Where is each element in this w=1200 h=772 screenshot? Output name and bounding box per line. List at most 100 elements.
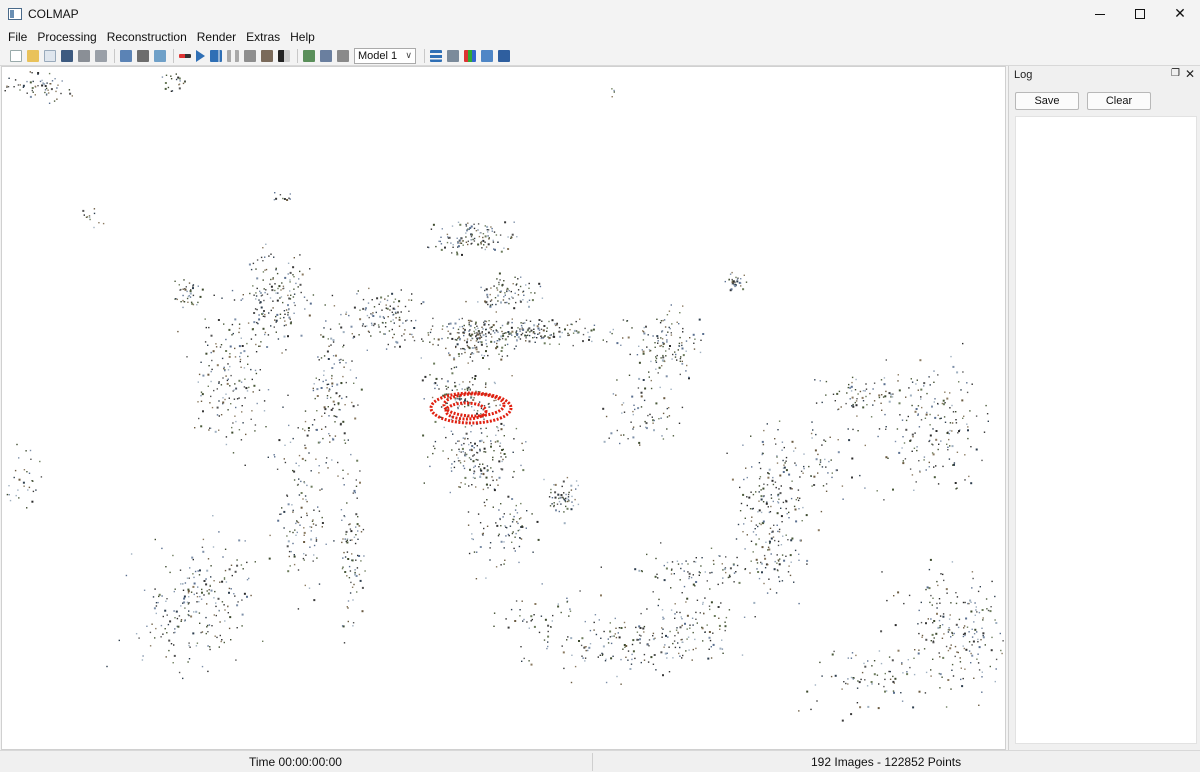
cloud-point [657,577,659,579]
float-dock-icon[interactable]: ❐ [1171,68,1180,79]
cloud-point [486,345,488,348]
cloud-point [471,334,473,336]
cloud-point [289,281,291,283]
start-reconstruction-icon[interactable] [196,49,205,62]
cloud-point [815,458,818,461]
save-log-button[interactable]: Save [1015,92,1079,110]
cloud-point [662,345,664,348]
close-button[interactable]: ✕ [1160,0,1200,28]
open-project-icon[interactable] [27,49,39,62]
log-text-area[interactable] [1015,116,1197,744]
bundle-adjustment-icon[interactable] [261,49,273,62]
cloud-point [507,236,509,238]
cloud-point [449,322,452,325]
cloud-point [495,234,498,236]
cloud-point [189,296,192,298]
dense-reconstruction-icon[interactable] [278,49,290,62]
feature-extraction-icon[interactable] [120,49,132,62]
cloud-point [511,296,513,298]
menu-processing[interactable]: Processing [32,28,101,46]
automatic-reconstruction-icon[interactable] [179,53,191,58]
menu-file[interactable]: File [3,28,32,46]
cloud-point [205,583,208,586]
menu-extras[interactable]: Extras [241,28,285,46]
cloud-point [856,687,859,689]
show-log-icon[interactable] [464,49,476,62]
cloud-point [566,500,569,503]
cloud-point [268,557,271,560]
cloud-point [224,369,226,372]
cloud-point [648,639,651,641]
cloud-point [766,501,768,503]
grab-image-icon[interactable] [337,49,349,62]
cloud-point [177,330,179,333]
cloud-point [873,673,876,676]
menu-help[interactable]: Help [285,28,320,46]
minimize-button[interactable] [1080,0,1120,28]
cloud-point [512,283,514,285]
new-project-icon[interactable] [10,49,22,62]
cloud-point [459,397,461,400]
cloud-point [287,262,290,264]
cloud-point [388,330,391,332]
cloud-point [23,469,26,471]
import-model-icon[interactable] [78,49,90,62]
database-management-icon[interactable] [154,49,166,62]
cloud-point [971,571,974,573]
reconstruction-stats-icon[interactable] [430,49,442,62]
grab-movie-icon[interactable] [481,49,493,62]
cloud-point [493,612,496,614]
cloud-point [471,533,473,535]
cloud-point [243,386,246,388]
export-model-icon[interactable] [95,49,107,62]
step-reconstruction-icon[interactable] [210,49,222,62]
cloud-point [196,601,198,603]
cloud-point [256,308,258,311]
cloud-point [750,560,752,562]
save-project-icon[interactable] [61,49,73,62]
cloud-point [234,415,236,417]
cloud-point [752,551,754,553]
cloud-point [464,328,466,331]
cloud-point [482,534,484,536]
model-select[interactable]: Model 1 ∨ [354,47,416,64]
pause-reconstruction-icon[interactable] [227,49,239,62]
menu-render[interactable]: Render [192,28,241,46]
reset-reconstruction-icon[interactable] [244,49,256,62]
clear-log-button[interactable]: Clear [1087,92,1151,110]
reset-view-icon[interactable] [320,49,332,62]
cloud-point [287,503,290,506]
cloud-point [457,328,460,331]
edit-project-icon[interactable] [44,49,56,62]
cloud-point [462,465,465,467]
render-options-icon[interactable] [303,49,315,62]
cloud-point [470,442,472,444]
cloud-point [479,341,481,343]
reconstruction-viewport[interactable] [1,66,1006,750]
cloud-point [620,344,622,346]
cloud-point [936,607,938,609]
maximize-button[interactable] [1120,0,1160,28]
undistort-icon[interactable] [498,49,510,62]
cloud-point [18,457,20,459]
cloud-point [304,459,307,462]
cloud-point [688,376,690,379]
cloud-point [178,615,181,617]
close-dock-icon[interactable]: ✕ [1185,67,1195,81]
cloud-point [218,382,220,384]
cloud-point [149,631,152,634]
cloud-point [669,630,671,633]
cloud-point [864,679,866,681]
cloud-point [328,415,330,417]
cloud-point [502,334,505,337]
cloud-point [464,388,466,391]
cloud-point [167,623,170,626]
feature-matching-icon[interactable] [137,49,149,62]
menu-reconstruction[interactable]: Reconstruction [102,28,192,46]
cloud-point [571,501,573,503]
cloud-point [484,505,486,507]
cloud-point [759,476,762,478]
match-matrix-icon[interactable] [447,49,459,62]
cloud-point [465,236,467,238]
cloud-point [637,407,640,410]
